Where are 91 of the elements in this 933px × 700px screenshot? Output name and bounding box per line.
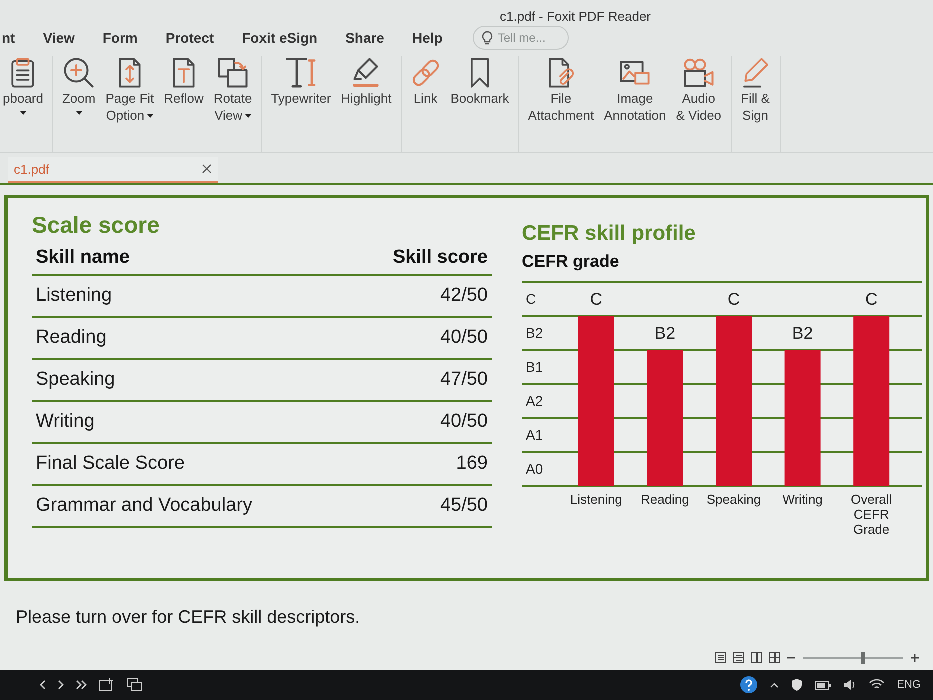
- image-icon: [620, 58, 650, 88]
- continuous-facing-icon: [769, 652, 781, 664]
- toolbar-button[interactable]: File Attachment: [525, 56, 598, 127]
- bar-value-label: C: [865, 290, 878, 309]
- toolbar-button[interactable]: Reflow: [161, 56, 207, 110]
- toolbar-button[interactable]: Fill & Sign: [738, 56, 774, 127]
- close-button[interactable]: [202, 164, 212, 174]
- category-label: Speaking: [706, 492, 762, 507]
- footer-note: Please turn over for CEFR skill descriptors.: [16, 607, 362, 628]
- table-cell: 45/50: [440, 495, 488, 517]
- single-page-icon: [715, 652, 727, 664]
- table-cell: 169: [456, 453, 488, 475]
- toolbar-button[interactable]: Image Annotation: [601, 56, 670, 127]
- toolbar-button[interactable]: Page Fit Option: [102, 56, 158, 127]
- facing-pages-icon: [751, 652, 763, 664]
- chevron-left-icon: [40, 680, 46, 690]
- language-indicator[interactable]: ENG: [897, 679, 921, 691]
- table-cell: Reading: [36, 327, 107, 349]
- table-cell: Final Scale Score: [36, 453, 185, 475]
- table-cell: Listening: [36, 285, 112, 307]
- rotate-pages-icon: [218, 58, 248, 88]
- chevron-right-icon: [58, 680, 64, 690]
- battery-icon: [815, 680, 832, 690]
- toolbar-button[interactable]: pboard: [0, 56, 46, 117]
- clipboard-icon: [9, 58, 38, 88]
- close-icon: [202, 164, 212, 174]
- caret-up-icon: [770, 682, 780, 688]
- menu-tab[interactable]: Foxit eSign: [242, 28, 318, 48]
- table-cell: Writing: [36, 411, 95, 433]
- category-label: Reading: [640, 492, 690, 507]
- table-cell: 42/50: [440, 285, 488, 307]
- axis-title: CEFR grade: [522, 252, 620, 272]
- toolbar-button[interactable]: Rotate View: [210, 56, 256, 127]
- double-chevron-icon: [76, 680, 87, 690]
- help-icon: [740, 676, 758, 694]
- menu-tab[interactable]: Share: [346, 28, 384, 48]
- page-arrows-icon: [116, 58, 143, 88]
- category-label: Listening: [570, 492, 622, 507]
- section-title: Scale score: [32, 212, 161, 239]
- toolbar-button[interactable]: Highlight: [338, 56, 395, 110]
- bar-value-label: B2: [792, 324, 814, 343]
- menu-tab[interactable]: Form: [102, 28, 138, 48]
- toolbar-button[interactable]: Link: [408, 56, 444, 110]
- slider-thumb[interactable]: [861, 652, 865, 664]
- highlighter-icon: [351, 58, 382, 88]
- link-icon: [410, 58, 441, 88]
- menu-tab[interactable]: nt: [2, 28, 16, 48]
- bar-value-label: C: [728, 290, 740, 309]
- search-field[interactable]: Tell me...: [472, 26, 569, 50]
- chart-title: CEFR skill profile: [522, 222, 697, 246]
- new-window-icon: [99, 678, 115, 692]
- column-header: Skill name: [36, 247, 130, 269]
- plus-icon: [911, 654, 919, 662]
- axis-tick-label: A2: [526, 393, 544, 409]
- shield-icon: [791, 678, 804, 692]
- minus-icon: [787, 657, 795, 659]
- toolbar-button[interactable]: Audio & Video: [673, 56, 725, 127]
- video-camera-icon: [684, 58, 714, 88]
- pencil-icon: [740, 58, 771, 88]
- table-cell: Speaking: [36, 369, 116, 391]
- page-text-icon: [171, 58, 198, 88]
- page-paperclip-icon: [547, 58, 576, 88]
- axis-tick-label: A0: [526, 461, 544, 477]
- text-cursor-icon: [286, 58, 316, 88]
- wifi-icon: [869, 679, 886, 691]
- toolbar-button[interactable]: Bookmark: [448, 56, 512, 110]
- category-label: Overall CEFR Grade: [851, 492, 892, 537]
- table-cell: Grammar and Vocabulary: [36, 495, 252, 517]
- column-header: Skill score: [392, 247, 488, 269]
- bar-value-label: B2: [654, 324, 676, 343]
- toolbar-button[interactable]: Zoom: [59, 56, 99, 117]
- window-title: c1.pdf - Foxit PDF Reader: [500, 9, 651, 24]
- menu-tab[interactable]: View: [43, 28, 75, 48]
- continuous-page-icon: [733, 652, 745, 664]
- menu-tab[interactable]: Help: [412, 28, 443, 48]
- search-input[interactable]: Tell me...: [498, 31, 554, 45]
- menu-tab[interactable]: Protect: [166, 28, 214, 48]
- speaker-icon: [843, 679, 858, 691]
- table-cell: 40/50: [440, 411, 488, 433]
- axis-tick-label: C: [526, 291, 536, 307]
- table-cell: 47/50: [440, 369, 488, 391]
- table-cell: 40/50: [440, 327, 488, 349]
- axis-tick-label: B1: [526, 359, 544, 375]
- category-label: Writing: [782, 492, 823, 507]
- toolbar-button[interactable]: Typewriter: [268, 56, 334, 110]
- zoom-in-icon: [64, 58, 94, 88]
- overlapping-windows-icon: [127, 678, 143, 692]
- lightbulb-icon: [482, 31, 493, 45]
- axis-tick-label: A1: [526, 427, 544, 443]
- bar-value-label: C: [590, 290, 603, 309]
- axis-tick-label: B2: [526, 325, 544, 341]
